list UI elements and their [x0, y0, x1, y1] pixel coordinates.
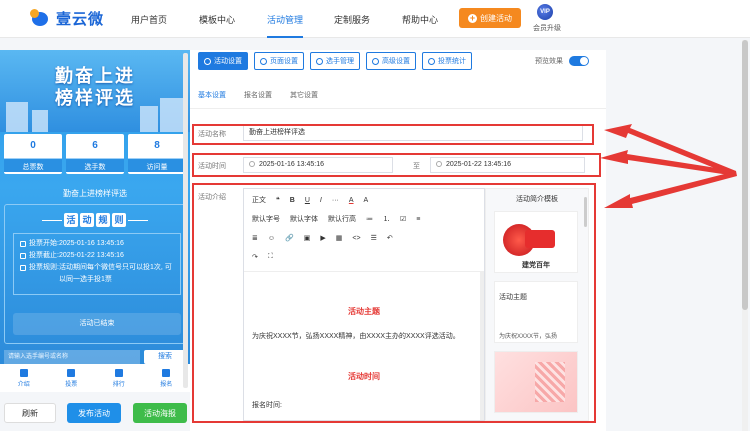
highlight-name-field — [192, 124, 594, 145]
nav-custom[interactable]: 定制服务 — [334, 13, 370, 26]
stat-players: 6 选手数 — [66, 134, 124, 174]
sliders-icon — [372, 57, 379, 65]
rule-end: 投票截止: 2025-01-22 13:45:16 — [20, 250, 174, 262]
bottom-nav-vote[interactable]: 投票 — [65, 368, 77, 388]
page-scrollbar[interactable] — [742, 40, 748, 431]
refresh-button[interactable]: 刷新 — [4, 403, 56, 423]
chart-icon — [428, 57, 435, 65]
rule-vote: 投票规则: 活动期间每个微信号只可以投1次, 可以同一选手投1票 — [20, 262, 174, 286]
publish-button[interactable]: 发布活动 — [67, 403, 121, 423]
subtab-signup[interactable]: 报名设置 — [244, 90, 272, 100]
gear-icon — [260, 57, 267, 65]
nav-templates[interactable]: 模板中心 — [199, 13, 235, 26]
preview-title: 勤奋上进榜样评选 — [63, 189, 127, 198]
vip-upgrade-label[interactable]: 会员升级 — [533, 23, 561, 33]
mobile-preview: 勤奋上进 榜样评选 0 总票数 6 选手数 8 访问量 勤奋上进榜样评选 活 动… — [0, 50, 190, 392]
banner-title-line1: 勤奋上进 — [55, 66, 135, 86]
top-nav: 壹云微 用户首页 模板中心 活动管理 定制服务 帮助中心 + 创建活动 VIP … — [0, 0, 750, 38]
logo[interactable]: 壹云微 — [30, 8, 104, 29]
bar-chart-icon — [114, 368, 123, 377]
logo-icon — [30, 8, 52, 29]
tab-page-settings[interactable]: 页面设置 — [254, 52, 304, 70]
nav-home[interactable]: 用户首页 — [131, 13, 167, 26]
highlight-intro-field — [192, 183, 596, 423]
settings-tabs: 活动设置 页面设置 选手管理 高级设置 投票统计 — [198, 52, 472, 70]
user-icon — [162, 368, 171, 377]
stat-visits: 8 访问量 — [128, 134, 186, 174]
plus-icon: + — [468, 12, 477, 23]
gear-icon — [204, 57, 211, 65]
nav-help[interactable]: 帮助中心 — [402, 13, 438, 26]
home-icon — [19, 368, 28, 377]
subtab-other[interactable]: 其它设置 — [290, 90, 318, 100]
rules-heading: 活 动 规 则 — [5, 213, 185, 227]
preview-search-button[interactable]: 搜索 — [144, 350, 186, 364]
tab-player-management[interactable]: 选手管理 — [310, 52, 360, 70]
highlight-time-field — [192, 153, 601, 177]
flag-icon — [67, 368, 76, 377]
rule-start: 投票开始: 2025-01-16 13:45:16 — [20, 238, 174, 250]
bottom-nav-signup[interactable]: 报名 — [160, 368, 172, 388]
preview-banner: 勤奋上进 榜样评选 — [0, 50, 190, 132]
preview-toggle-label: 预览效果 — [535, 58, 563, 65]
preview-scrollbar[interactable] — [183, 53, 188, 388]
subtab-basic[interactable]: 基本设置 — [198, 90, 226, 100]
create-activity-label: 创建活动 — [480, 13, 512, 23]
rules-list: 投票开始: 2025-01-16 13:45:16 投票截止: 2025-01-22… — [13, 233, 181, 295]
banner-title-line2: 榜样评选 — [55, 88, 135, 108]
create-activity-button[interactable]: + 创建活动 — [459, 8, 521, 28]
bottom-nav-rank[interactable]: 排行 — [113, 368, 125, 388]
nav-activity[interactable]: 活动管理 — [267, 13, 304, 38]
vip-icon[interactable]: VIP — [537, 4, 553, 20]
rules-box: 活 动 规 则 投票开始: 2025-01-16 13:45:16 投票截止: 20… — [4, 204, 186, 344]
bottom-nav-intro[interactable]: 介绍 — [18, 368, 30, 388]
tab-activity-settings[interactable]: 活动设置 — [198, 52, 248, 70]
preview-toggle: 预览效果 — [535, 56, 589, 66]
preview-search: 请输入选手编号或名称 搜索 — [4, 350, 186, 364]
sub-tabs: 基本设置 报名设置 其它设置 — [198, 90, 318, 100]
preview-toggle-switch[interactable] — [569, 56, 589, 66]
annotation-arrows — [600, 124, 737, 208]
stats-row: 0 总票数 6 选手数 8 访问量 — [4, 134, 186, 174]
users-icon — [316, 57, 323, 65]
tab-advanced-settings[interactable]: 高级设置 — [366, 52, 416, 70]
tab-vote-stats[interactable]: 投票统计 — [422, 52, 472, 70]
preview-bottom-nav: 介绍 投票 排行 报名 — [0, 364, 190, 392]
stat-votes: 0 总票数 — [4, 134, 62, 174]
brand-name: 壹云微 — [56, 11, 105, 28]
preview-search-input[interactable]: 请输入选手编号或名称 — [4, 350, 140, 364]
poster-button[interactable]: 活动海报 — [133, 403, 187, 423]
activity-ended-bar: 活动已结束 — [13, 313, 181, 335]
